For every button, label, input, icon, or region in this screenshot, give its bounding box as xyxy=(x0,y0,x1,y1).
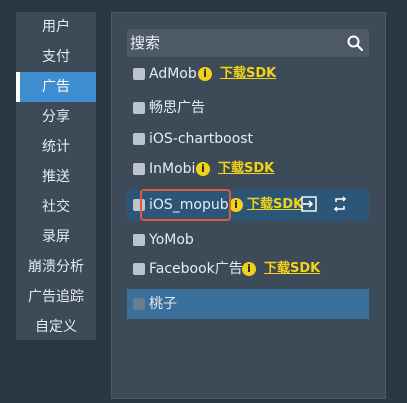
info-icon[interactable]: i xyxy=(242,262,256,276)
plugin-checkbox[interactable] xyxy=(133,68,145,80)
plugin-checkbox[interactable] xyxy=(133,102,145,114)
info-icon[interactable]: i xyxy=(196,162,210,176)
sidebar-item-ad-tracking[interactable]: 广告追踪 xyxy=(16,282,96,312)
sidebar-item-user[interactable]: 用户 xyxy=(16,12,96,42)
sidebar-item-payment[interactable]: 支付 xyxy=(16,42,96,72)
plugin-row-inmobi: InMobi i 下载SDK xyxy=(127,155,369,183)
plugin-checkbox[interactable] xyxy=(133,234,145,246)
download-sdk-link[interactable]: 下载SDK xyxy=(220,60,276,88)
sidebar-item-share[interactable]: 分享 xyxy=(16,102,96,132)
search-input[interactable] xyxy=(127,29,340,57)
sidebar-nav: 用户 支付 广告 分享 统计 推送 社交 录屏 崩溃分析 广告追踪 自定义 xyxy=(16,12,96,340)
plugin-checkbox[interactable] xyxy=(133,133,145,145)
plugin-row-taozi[interactable]: 桃子 xyxy=(127,289,369,319)
plugin-row-yomob: YoMob xyxy=(127,226,369,254)
info-icon[interactable]: i xyxy=(229,198,243,212)
sidebar-item-social[interactable]: 社交 xyxy=(16,192,96,222)
plugin-checkbox[interactable] xyxy=(133,163,145,175)
plugin-name: YoMob xyxy=(149,232,194,248)
plugin-name: Facebook广告 xyxy=(149,261,243,277)
info-icon[interactable]: i xyxy=(198,67,212,81)
plugin-row-mopub: iOS_mopub i 下载SDK xyxy=(127,189,369,221)
plugin-row-chartboost: iOS-chartboost xyxy=(127,125,369,153)
sidebar-item-screen-record[interactable]: 录屏 xyxy=(16,222,96,252)
plugin-name: InMobi xyxy=(149,161,196,177)
download-sdk-link[interactable]: 下载SDK xyxy=(218,155,274,183)
plugin-checkbox[interactable] xyxy=(133,298,145,310)
plugin-row-admob: AdMob i 下载SDK xyxy=(127,60,369,88)
plugin-name: iOS-chartboost xyxy=(149,131,254,147)
plugin-checkbox[interactable] xyxy=(133,199,145,211)
plugin-row-facebook: Facebook广告 i 下载SDK xyxy=(127,255,369,283)
sidebar-item-crash-analysis[interactable]: 崩溃分析 xyxy=(16,252,96,282)
plugin-row-changsi: 畅思广告 xyxy=(127,94,369,122)
plugin-name: 畅思广告 xyxy=(149,100,205,116)
plugin-name: AdMob xyxy=(149,66,197,82)
sidebar-item-ads[interactable]: 广告 xyxy=(16,72,96,102)
download-sdk-link[interactable]: 下载SDK xyxy=(264,255,320,283)
plugin-checkbox[interactable] xyxy=(133,263,145,275)
switch-icon[interactable] xyxy=(332,196,348,212)
download-sdk-link[interactable]: 下载SDK xyxy=(247,189,303,221)
plugin-name: 桃子 xyxy=(149,296,177,312)
sidebar-item-custom[interactable]: 自定义 xyxy=(16,312,96,342)
search-bar xyxy=(127,29,369,57)
search-icon[interactable] xyxy=(347,35,363,51)
sidebar-item-analytics[interactable]: 统计 xyxy=(16,132,96,162)
sidebar-item-push[interactable]: 推送 xyxy=(16,162,96,192)
plugin-name: iOS_mopub xyxy=(149,197,229,213)
import-icon[interactable] xyxy=(301,196,317,212)
